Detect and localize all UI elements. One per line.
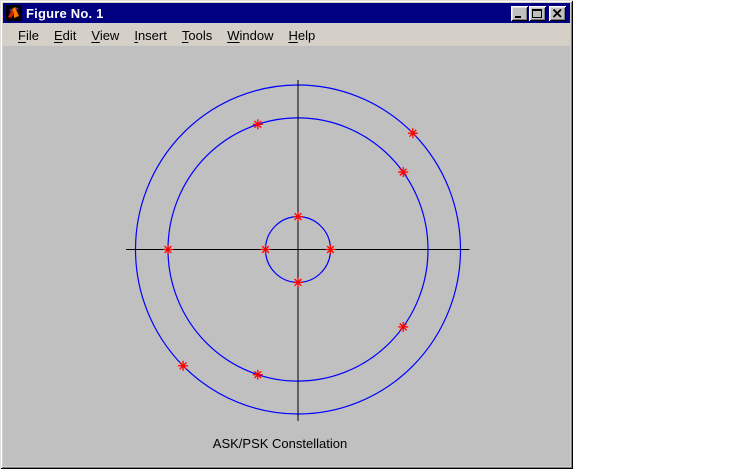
maximize-icon [532,8,542,18]
maximize-button[interactable] [529,5,546,21]
window-controls [510,5,566,21]
desktop-background: Figure No. 1 File Edit View Insert Tools… [0,0,750,475]
menu-item-file[interactable]: File [18,28,39,43]
menu-item-help[interactable]: Help [288,28,315,43]
figure-canvas [3,46,570,466]
title-bar[interactable]: Figure No. 1 [3,3,570,23]
window-title: Figure No. 1 [26,5,104,21]
minimize-icon [515,15,521,18]
minimize-button[interactable] [511,5,528,21]
plot-caption: ASK/PSK Constellation [212,436,348,451]
matlab-logo-icon [6,5,22,21]
menu-item-tools[interactable]: Tools [182,28,212,43]
menu-item-window[interactable]: Window [227,28,273,43]
menu-item-edit[interactable]: Edit [54,28,76,43]
menu-item-view[interactable]: View [91,28,119,43]
menu-bar: File Edit View Insert Tools Window Help [3,24,570,46]
figure-window: Figure No. 1 File Edit View Insert Tools… [0,0,573,469]
menu-item-insert[interactable]: Insert [134,28,167,43]
close-icon [552,8,562,18]
close-button[interactable] [549,5,566,21]
